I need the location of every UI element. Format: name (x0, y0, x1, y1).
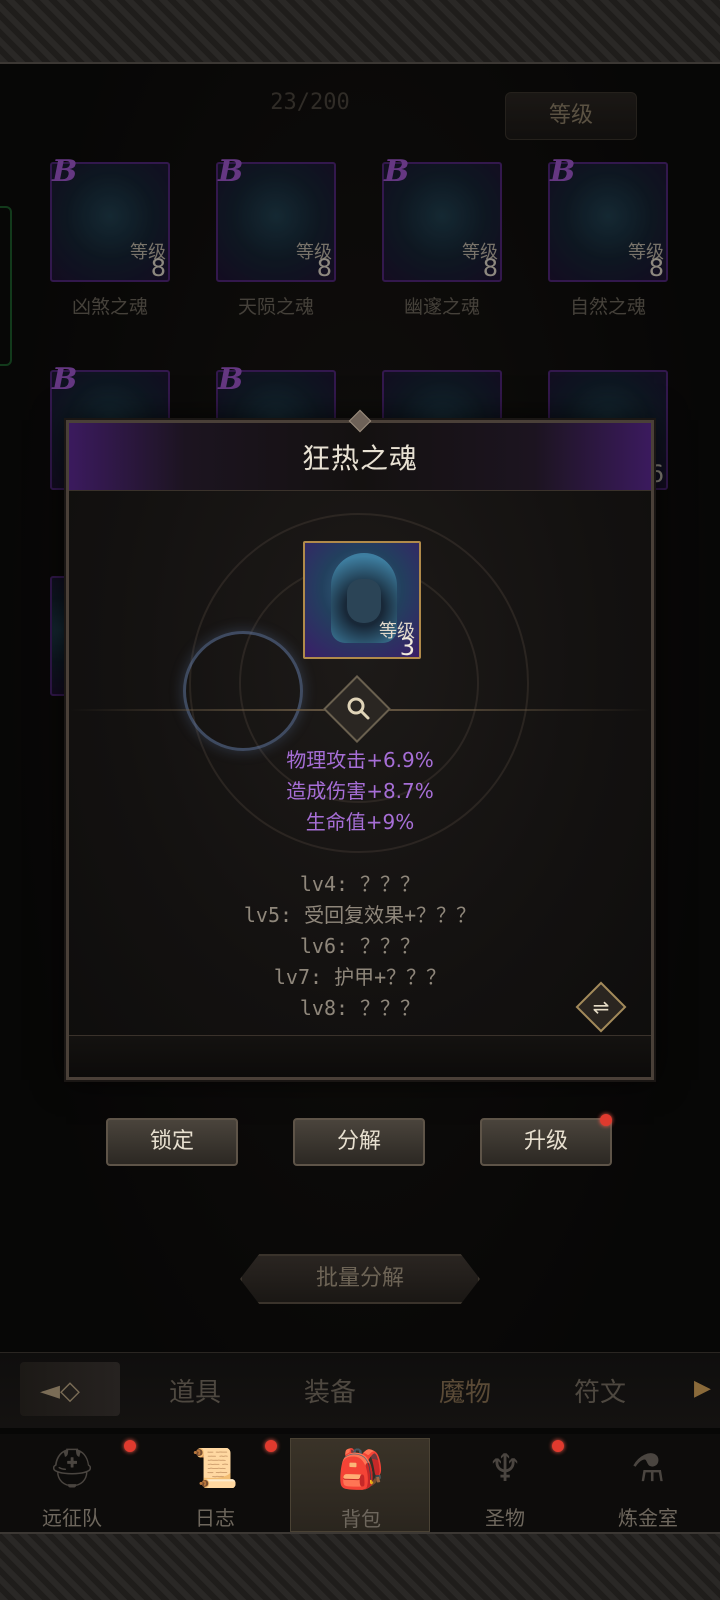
level-unlock-line: lv7: 护甲+？？？ (273, 965, 447, 989)
selected-soul-card: 等级 3 (303, 541, 421, 661)
level-unlock-line: lv8: ？？？ (299, 996, 421, 1020)
stat-line: 生命值+9% (305, 810, 415, 834)
scroll-icon: 📜 (191, 1446, 239, 1490)
dialog-title: 狂热之魂 (301, 442, 418, 475)
tab-monsters[interactable]: 魔物 (420, 1372, 510, 1409)
nav-label: 日志 (195, 1506, 235, 1530)
nav-label: 背包 (341, 1507, 381, 1531)
nav-alchemy[interactable]: ⚗ 炼金室 (578, 1438, 718, 1532)
batch-decompose-button[interactable]: 批量分解 (240, 1254, 480, 1304)
nav-relics[interactable]: ♆ 圣物 (435, 1438, 575, 1532)
level-unlock-list: lv4: ？？？ lv5: 受回复效果+？？？ lv6: ？？？ lv7: 护甲… (69, 869, 651, 1024)
nav-label: 炼金室 (618, 1506, 678, 1530)
upgrade-badge (600, 1114, 612, 1126)
tab-runes[interactable]: 符文 (555, 1372, 645, 1409)
torch-icon: ♆ (487, 1446, 523, 1490)
face-ornament (347, 579, 381, 623)
stat-list: 物理攻击+6.9% 造成伤害+8.7% 生命值+9% (69, 745, 651, 838)
nav-expedition[interactable]: ⛑ 远征队 (2, 1438, 142, 1532)
top-ornament (0, 0, 720, 64)
alchemy-icon: ⚗ (630, 1446, 666, 1490)
soul-detail-dialog: 狂热之魂 等级 3 物理攻击+6.9% 造成伤害+8.7% 生命值+9% lv4… (66, 409, 654, 1080)
nav-badge (552, 1440, 564, 1452)
tab-scroll-right-icon[interactable]: ▶ (694, 1376, 711, 1401)
lock-button[interactable]: 锁定 (106, 1118, 238, 1166)
level-unlock-line: lv5: 受回复效果+？？？ (243, 903, 477, 927)
stat-line: 造成伤害+8.7% (286, 779, 434, 803)
nav-badge (124, 1440, 136, 1452)
stat-line: 物理攻击+6.9% (286, 748, 434, 772)
level-unlock-line: lv6: ？？？ (299, 934, 421, 958)
tab-equipment[interactable]: 装备 (285, 1372, 375, 1409)
nav-badge (265, 1440, 277, 1452)
decompose-button[interactable]: 分解 (293, 1118, 425, 1166)
magnify-icon (347, 697, 370, 720)
nav-label: 远征队 (42, 1506, 102, 1530)
level-unlock-line: lv4: ？？？ (299, 872, 421, 896)
nav-backpack[interactable]: 🎒 背包 (290, 1438, 430, 1532)
back-arrow-icon: ◄◇ (40, 1376, 80, 1406)
glow-ring-ornament (183, 631, 303, 751)
viking-helmet-icon: ⛑ (48, 1446, 97, 1490)
nav-label: 圣物 (485, 1506, 525, 1530)
tab-items[interactable]: 道具 (150, 1372, 240, 1409)
expand-icon: ⇌ (592, 995, 610, 1019)
dialog-footer (69, 1035, 651, 1077)
nav-journal[interactable]: 📜 日志 (145, 1438, 285, 1532)
level-value: 3 (399, 633, 415, 661)
backpack-icon: 🎒 (337, 1447, 385, 1491)
upgrade-button[interactable]: 升级 (480, 1118, 612, 1166)
bottom-ornament (0, 1532, 720, 1600)
